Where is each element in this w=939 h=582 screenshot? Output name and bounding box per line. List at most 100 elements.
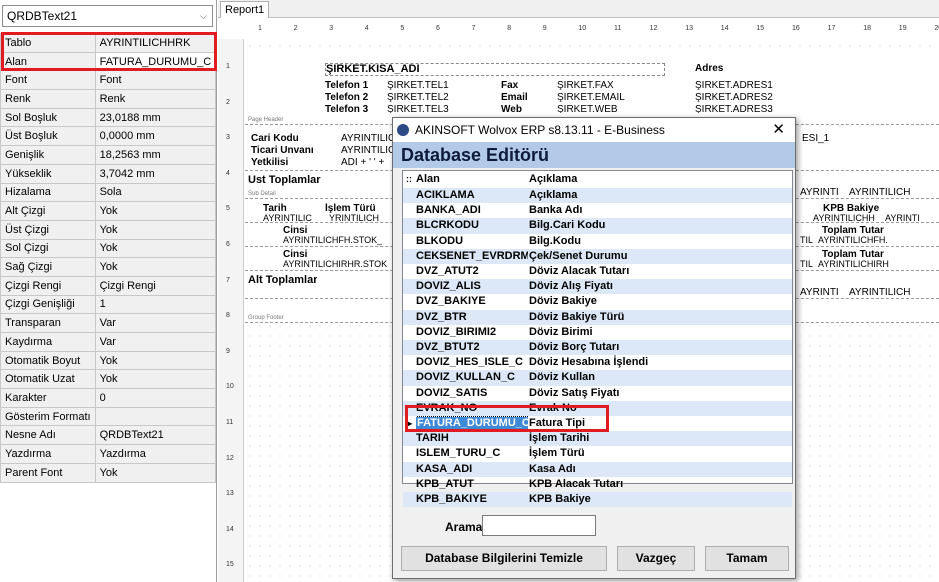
web-field[interactable]: ŞIRKET.WEB — [557, 104, 618, 113]
phone2-label[interactable]: Telefon 2 — [325, 92, 368, 103]
lower-total-field-2[interactable]: AYRINTILICH — [849, 287, 911, 298]
property-value[interactable]: Yok — [94, 219, 217, 240]
property-row[interactable]: Sol Boşluk 23,0188 mm — [0, 107, 217, 128]
close-icon[interactable]: ✕ — [772, 118, 785, 142]
upper-total-field-1[interactable]: AYRINTI — [800, 187, 839, 198]
property-row[interactable]: Otomatik Uzat Yok — [0, 369, 217, 390]
property-value[interactable]: 0,0000 mm — [94, 126, 217, 147]
table-row[interactable]: DOVIZ_HES_ISLE_C Döviz Hesabına İşlendi — [403, 355, 792, 370]
property-value[interactable]: Yazdırma — [94, 444, 217, 464]
property-row[interactable]: Nesne Adı QRDBText21 — [0, 425, 217, 446]
email-field[interactable]: ŞIRKET.EMAIL — [557, 92, 625, 103]
search-input[interactable] — [482, 515, 596, 536]
address1-field[interactable]: ŞIRKET.ADRES1 — [695, 80, 773, 91]
property-value[interactable]: Yok — [94, 257, 217, 277]
address3-field[interactable]: ŞIRKET.ADRES3 — [695, 104, 773, 113]
property-row[interactable]: Üst Çizgi Yok — [0, 219, 217, 240]
table-row[interactable]: BANKA_ADI Banka Adı — [403, 203, 792, 218]
table-row[interactable]: ACIKLAMA Açıklama — [403, 188, 792, 204]
table-row[interactable]: EVRAK_NO Evrak No — [403, 400, 792, 416]
kpb-field-2[interactable]: AYRINTI — [885, 213, 920, 224]
property-value[interactable]: Çizgi Rengi — [94, 275, 217, 296]
stock-field-2[interactable]: AYRINTILICHIRHR.STOK — [283, 259, 387, 270]
property-row[interactable]: Yükseklik 3,7042 mm — [0, 163, 217, 184]
component-selector[interactable]: QRDBText21 ⌵ — [2, 5, 213, 27]
address-label[interactable]: Adres — [695, 63, 723, 74]
property-value[interactable]: Var — [94, 332, 217, 352]
property-value[interactable]: Yok — [94, 201, 217, 221]
property-value[interactable]: Var — [94, 313, 217, 333]
table-row[interactable]: BLCRKODU Bilg.Cari Kodu — [403, 218, 792, 234]
lower-totals-label[interactable]: Alt Toplamlar — [248, 275, 317, 286]
cancel-button[interactable]: Vazgeç — [617, 546, 695, 571]
property-value[interactable]: 1 — [94, 294, 217, 315]
right-info-field[interactable]: ESI_1 — [802, 133, 829, 144]
property-value[interactable] — [94, 406, 217, 427]
property-row[interactable]: Hizalama Sola — [0, 182, 217, 203]
property-row[interactable]: Karakter 0 — [0, 388, 217, 408]
property-row[interactable]: Gösterim Formatı — [0, 406, 217, 427]
property-value[interactable]: Yok — [94, 369, 217, 390]
table-row[interactable]: DOVIZ_ALIS Döviz Alış Fiyatı — [403, 279, 792, 295]
transaction-type-field[interactable]: YRINTILICH — [329, 213, 379, 224]
property-row[interactable]: Renk Renk — [0, 89, 217, 109]
ok-button[interactable]: Tamam — [705, 546, 789, 571]
property-value[interactable]: Font — [94, 70, 217, 91]
table-row[interactable]: KASA_ADI Kasa Adı — [403, 461, 792, 477]
property-value[interactable]: 3,7042 mm — [94, 163, 217, 184]
contact-person-label[interactable]: Yetkilisi — [251, 157, 288, 168]
property-value[interactable]: AYRINTILICHHRK — [94, 33, 217, 53]
property-value[interactable]: Sola — [94, 182, 217, 203]
property-row[interactable]: Yazdırma Yazdırma — [0, 444, 217, 464]
table-row[interactable]: CEKSENET_EVRDRM Çek/Senet Durumu — [403, 248, 792, 264]
table-row[interactable]: KPB_ATUT KPB Alacak Tutarı — [403, 477, 792, 492]
phone1-label[interactable]: Telefon 1 — [325, 80, 368, 91]
total-amount-tag-2[interactable]: TIL — [800, 259, 813, 270]
field-list-grid[interactable]: :: Alan Açıklama ACIKLAMA Açıklama BANKA_A… — [402, 170, 793, 508]
dialog-title-bar[interactable]: AKINSOFT Wolvox ERP s8.13.11 - E-Busines… — [393, 118, 795, 142]
stock-field-1[interactable]: AYRINTILICHFH.STOK_ — [283, 235, 382, 246]
trade-name-label[interactable]: Ticari Unvanı — [251, 145, 314, 156]
clear-database-info-button[interactable]: Database Bilgilerini Temizle — [401, 546, 607, 571]
table-row[interactable]: DOVIZ_BIRIMI2 Döviz Birimi — [403, 325, 792, 340]
email-label[interactable]: Email — [501, 92, 528, 103]
property-value[interactable]: QRDBText21 — [94, 425, 217, 446]
table-row[interactable]: DOVIZ_SATIS Döviz Satış Fiyatı — [403, 386, 792, 401]
property-value[interactable]: 23,0188 mm — [94, 107, 217, 128]
property-row[interactable]: Alan FATURA_DURUMU_C — [0, 51, 217, 72]
customer-code-field[interactable]: AYRINTILIC — [341, 133, 395, 144]
title-band[interactable]: ŞIRKET.KISA_ADI Adres Telefon 1 Telefon … — [245, 55, 939, 125]
property-value[interactable]: FATURA_DURUMU_C — [94, 51, 217, 72]
property-value[interactable]: 18,2563 mm — [94, 145, 217, 165]
property-row[interactable]: Alt Çizgi Yok — [0, 201, 217, 221]
phone2-field[interactable]: ŞIRKET.TEL2 — [387, 92, 449, 103]
property-row[interactable]: Transparan Var — [0, 313, 217, 333]
phone1-field[interactable]: ŞIRKET.TEL1 — [387, 80, 449, 91]
tab-report1[interactable]: Report1 — [220, 1, 270, 18]
property-row[interactable]: Çizgi Rengi Çizgi Rengi — [0, 275, 217, 296]
address2-field[interactable]: ŞIRKET.ADRES2 — [695, 92, 773, 103]
customer-code-label[interactable]: Cari Kodu — [251, 133, 299, 144]
table-row[interactable]: DVZ_BTR Döviz Bakiye Türü — [403, 309, 792, 325]
trade-name-field[interactable]: AYRINTILIC — [341, 145, 395, 156]
table-row[interactable]: ▶ FATURA_DURUMU_C Fatura Tipi — [403, 416, 792, 431]
property-row[interactable]: Sol Çizgi Yok — [0, 238, 217, 259]
table-row[interactable]: ISLEM_TURU_C İşlem Türü — [403, 446, 792, 461]
table-row[interactable]: DVZ_BAKIYE Döviz Bakiye — [403, 294, 792, 309]
phone3-field[interactable]: ŞIRKET.TEL3 — [387, 104, 449, 113]
date-field[interactable]: AYRINTILIC — [263, 213, 312, 224]
table-row[interactable]: TARIH İşlem Tarihi — [403, 431, 792, 447]
total-amount-field-1[interactable]: AYRINTILICHFH. — [818, 235, 888, 246]
property-row[interactable]: Genişlik 18,2563 mm — [0, 145, 217, 165]
property-row[interactable]: Sağ Çizgi Yok — [0, 257, 217, 277]
column-header-aciklama[interactable]: Açıklama — [529, 171, 577, 187]
lower-total-field-1[interactable]: AYRINTI — [800, 287, 839, 298]
property-value[interactable]: Yok — [94, 462, 217, 483]
table-row[interactable]: DVZ_BTUT2 Döviz Borç Tutarı — [403, 340, 792, 356]
total-amount-field-2[interactable]: AYRINTILICHIRH — [818, 259, 889, 270]
property-row[interactable]: Otomatik Boyut Yok — [0, 350, 217, 371]
fax-field[interactable]: ŞIRKET.FAX — [557, 80, 614, 91]
property-value[interactable]: Renk — [94, 89, 217, 109]
table-row[interactable]: DVZ_ATUT2 Döviz Alacak Tutarı — [403, 264, 792, 279]
kpb-field-1[interactable]: AYRINTILICHH — [813, 213, 875, 224]
